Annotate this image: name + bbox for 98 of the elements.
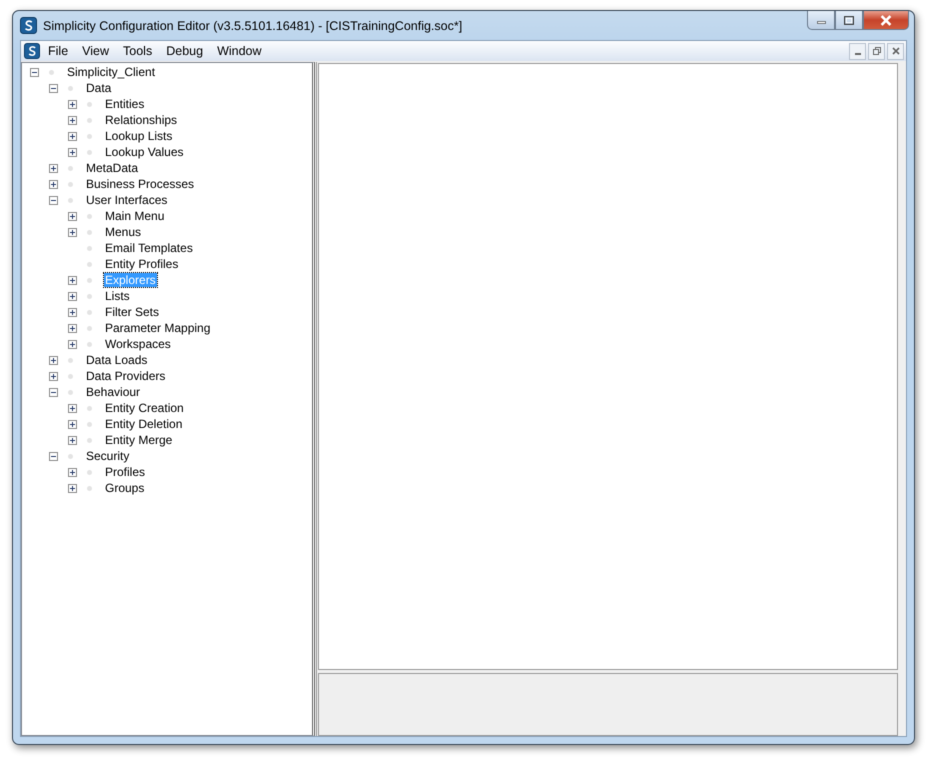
collapse-icon[interactable]: [49, 196, 58, 204]
node-icon: [87, 406, 92, 410]
node-icon: [87, 422, 92, 426]
node-icon: [87, 102, 92, 106]
tree-item[interactable]: Entity Merge: [104, 433, 174, 447]
collapse-icon[interactable]: [30, 68, 39, 76]
minimize-icon: [816, 21, 826, 24]
app-logo-icon: [24, 43, 40, 59]
menu-item[interactable]: Tools: [123, 44, 152, 58]
collapse-icon[interactable]: [49, 84, 58, 92]
tree-item[interactable]: Profiles: [104, 465, 146, 479]
node-icon: [87, 150, 92, 154]
expand-icon[interactable]: [49, 180, 58, 188]
tree-item[interactable]: MetaData: [85, 161, 140, 175]
expand-icon[interactable]: [68, 420, 77, 428]
tree-item[interactable]: Email Templates: [104, 241, 194, 255]
expand-icon[interactable]: [68, 324, 77, 332]
tree-item[interactable]: Simplicity_Client: [66, 65, 156, 79]
tree-item[interactable]: Lookup Values: [104, 145, 185, 159]
tree-item[interactable]: Groups: [104, 481, 146, 495]
node-icon: [87, 310, 92, 314]
node-icon: [87, 118, 92, 122]
expand-icon[interactable]: [68, 116, 77, 124]
close-icon: [879, 14, 893, 26]
restore-button[interactable]: [868, 42, 885, 60]
tree-item[interactable]: User Interfaces: [85, 193, 168, 207]
node-icon: [68, 454, 73, 458]
expand-icon[interactable]: [68, 148, 77, 156]
expand-icon[interactable]: [68, 484, 77, 492]
app-logo-icon: [20, 17, 37, 34]
tree-item[interactable]: Lookup Lists: [104, 129, 174, 143]
maximize-button[interactable]: [835, 11, 863, 30]
node-icon: [87, 326, 92, 330]
window-title: Simplicity Configuration Editor (v3.5.5101.16481) - [CISTrainingConfig.soc*]: [43, 18, 462, 32]
tree-item[interactable]: Main Menu: [104, 209, 166, 223]
expand-icon[interactable]: [49, 356, 58, 364]
tree-item[interactable]: Workspaces: [104, 337, 172, 351]
expand-icon[interactable]: [49, 164, 58, 172]
expand-icon[interactable]: [49, 372, 58, 380]
menu-item[interactable]: Debug: [166, 44, 204, 58]
tree-item[interactable]: Security: [85, 449, 130, 463]
node-icon: [87, 134, 92, 138]
tree-item[interactable]: Behaviour: [85, 385, 142, 399]
node-icon: [87, 262, 92, 266]
tree-item[interactable]: Parameter Mapping: [104, 321, 212, 335]
tree-item[interactable]: Entity Creation: [104, 401, 185, 415]
tree-item[interactable]: Lists: [104, 289, 131, 303]
minimize-icon: [854, 53, 860, 55]
tree-item[interactable]: Menus: [104, 225, 142, 239]
node-icon: [87, 278, 92, 282]
collapse-icon[interactable]: [49, 452, 58, 460]
tree-item[interactable]: Relationships: [104, 113, 178, 127]
expand-icon[interactable]: [68, 468, 77, 476]
node-icon: [68, 374, 73, 378]
close-button[interactable]: [863, 11, 909, 30]
node-icon: [87, 246, 92, 250]
expand-icon[interactable]: [68, 436, 77, 444]
node-icon: [87, 214, 92, 218]
tree-item[interactable]: Entity Profiles: [104, 257, 180, 271]
expand-icon[interactable]: [68, 292, 77, 300]
maximize-icon: [842, 14, 856, 26]
minimize-button[interactable]: [849, 42, 866, 60]
tree-item[interactable]: Business Processes: [85, 177, 196, 191]
menu-item[interactable]: Window: [217, 44, 262, 58]
close-icon: [890, 46, 900, 56]
tree-item[interactable]: Data Loads: [85, 353, 148, 367]
node-icon: [87, 486, 92, 490]
tree-item[interactable]: Filter Sets: [104, 305, 160, 319]
expand-icon[interactable]: [68, 276, 77, 284]
minimize-button[interactable]: [807, 11, 835, 30]
collapse-icon[interactable]: [49, 388, 58, 396]
restore-icon: [872, 46, 882, 56]
node-icon: [68, 166, 73, 170]
node-icon: [87, 470, 92, 474]
expand-icon[interactable]: [68, 100, 77, 108]
menu-item[interactable]: View: [82, 44, 110, 58]
node-icon: [68, 390, 73, 394]
menu-item[interactable]: File: [48, 44, 68, 58]
node-icon: [68, 198, 73, 202]
node-icon: [49, 70, 54, 74]
node-icon: [87, 230, 92, 234]
expand-icon[interactable]: [68, 228, 77, 236]
node-icon: [68, 358, 73, 362]
expand-icon[interactable]: [68, 404, 77, 412]
close-button[interactable]: [887, 42, 904, 60]
tree-item[interactable]: Data Providers: [85, 369, 166, 383]
tree-item[interactable]: Entity Deletion: [104, 417, 184, 431]
node-icon: [68, 86, 73, 90]
node-icon: [87, 294, 92, 298]
node-icon: [87, 342, 92, 346]
expand-icon[interactable]: [68, 132, 77, 140]
expand-icon[interactable]: [68, 340, 77, 348]
expand-icon[interactable]: [68, 308, 77, 316]
node-icon: [87, 438, 92, 442]
tree-item[interactable]: Data: [85, 81, 112, 95]
expand-icon[interactable]: [68, 212, 77, 220]
tree-item[interactable]: Entities: [104, 97, 146, 111]
node-icon: [68, 182, 73, 186]
